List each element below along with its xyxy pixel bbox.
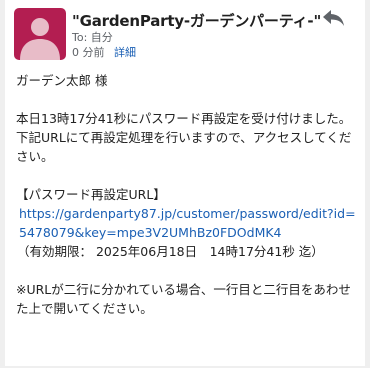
received-time: 0 分前	[72, 46, 105, 59]
to-label: To:	[72, 31, 88, 44]
details-link[interactable]: 詳細	[114, 46, 136, 59]
intro-paragraph: 本日13時17分41秒にパスワード再設定を受け付けました。下記URLにて再設定処…	[16, 111, 352, 164]
to-value: 自分	[90, 31, 113, 44]
expiry-notice: （有効期限： 2025年06月18日 14時17分41秒 迄）	[17, 244, 324, 259]
reply-button[interactable]	[321, 7, 347, 29]
recipient-line: To: 自分	[72, 29, 113, 45]
time-line: 0 分前 詳細	[72, 44, 136, 60]
sender-name: "GardenParty-ガーデンパーティ-"	[72, 12, 322, 30]
sender-avatar	[14, 8, 66, 60]
email-body: ガーデン太郎 様 本日13時17分41秒にパスワード再設定を受け付けました。下記…	[16, 71, 362, 318]
person-icon	[20, 18, 60, 60]
password-reset-link[interactable]: https://gardenparty87.jp/customer/passwo…	[16, 204, 362, 242]
reply-arrow-icon	[323, 10, 344, 26]
email-message: "GardenParty-ガーデンパーティ-" To: 自分 0 分前 詳細 ガ…	[5, 0, 365, 366]
section-title: 【パスワード再設定URL】	[16, 187, 166, 202]
url-note: ※URLが二行に分かれている場合、一行目と二行目をあわせた上で開いてください。	[16, 282, 351, 316]
greeting: ガーデン太郎 様	[16, 73, 108, 88]
